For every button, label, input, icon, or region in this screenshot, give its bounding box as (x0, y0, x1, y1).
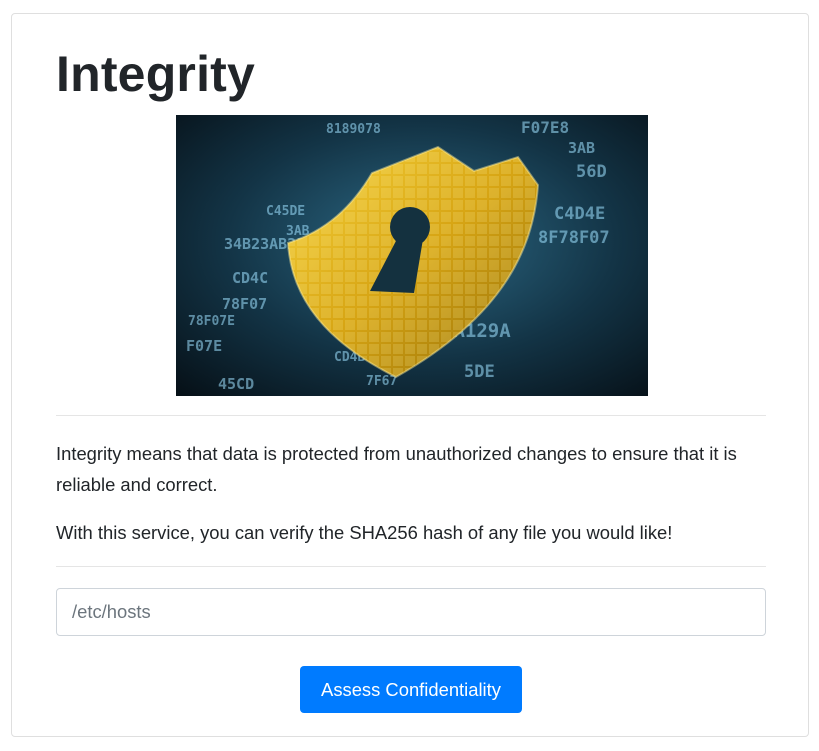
main-card: Integrity F07E8 3AB 56D C4D4E 8F78F07 9A… (11, 13, 809, 737)
integrity-description: Integrity means that data is protected f… (56, 443, 737, 495)
image-code-fragment: 8F78F07 (538, 228, 610, 248)
page-title: Integrity (56, 46, 256, 102)
divider (56, 566, 766, 567)
image-code-fragment: 56D (576, 162, 607, 182)
security-shield-image: F07E8 3AB 56D C4D4E 8F78F07 9A129A 5DE 3… (176, 115, 648, 396)
service-description: With this service, you can verify the SH… (56, 522, 673, 543)
image-code-fragment: 78F07E (188, 314, 235, 329)
image-code-fragment: CD4C (232, 269, 268, 287)
image-code-fragment: 3AB (568, 139, 595, 157)
assess-confidentiality-button[interactable]: Assess Confidentiality (300, 666, 522, 713)
image-code-fragment: C4D4E (554, 204, 605, 224)
image-code-fragment: C45DE (266, 204, 305, 219)
image-code-fragment: 5DE (464, 362, 495, 382)
image-code-fragment: 78F07 (222, 295, 267, 313)
divider (56, 415, 766, 416)
file-path-input[interactable] (56, 588, 766, 636)
image-code-fragment: 8189078 (326, 122, 381, 137)
card-body: Integrity F07E8 3AB 56D C4D4E 8F78F07 9A… (56, 14, 766, 736)
image-code-fragment: 45CD (218, 375, 254, 393)
image-code-fragment: F07E8 (521, 118, 569, 137)
image-code-fragment: F07E (186, 337, 222, 355)
